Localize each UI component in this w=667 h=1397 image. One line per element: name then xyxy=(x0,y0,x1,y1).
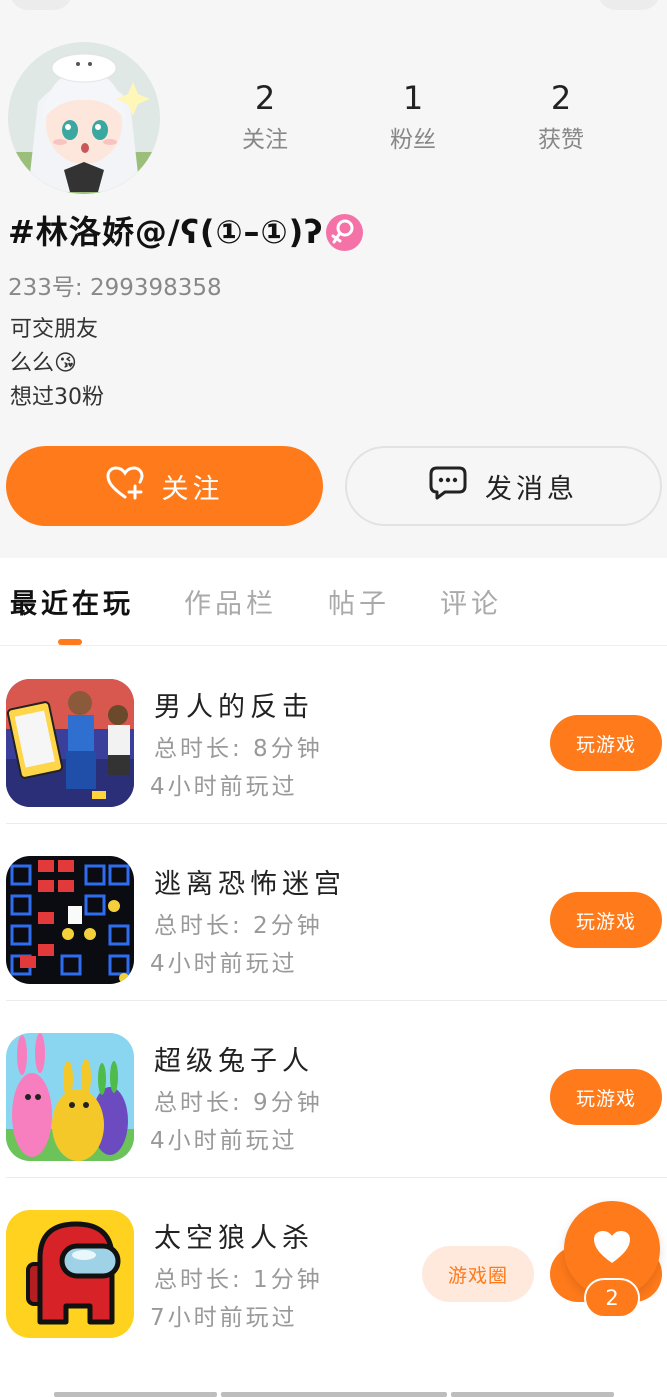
game-circle-button[interactable]: 游戏圈 xyxy=(422,1246,534,1302)
message-button[interactable]: 发消息 xyxy=(345,446,662,526)
heart-plus-icon xyxy=(105,465,144,507)
message-label: 发消息 xyxy=(485,473,578,505)
tab-comments[interactable]: 评论 xyxy=(440,582,502,621)
play-game-button[interactable]: 玩游戏 xyxy=(550,715,662,771)
play-game-button[interactable]: 玩游戏 xyxy=(550,892,662,948)
tab-recent-play[interactable]: 最近在玩 xyxy=(10,582,134,621)
fans-count: 1 xyxy=(402,79,424,117)
super-bunny-man-game-icon xyxy=(6,1033,134,1161)
following-label: 关注 xyxy=(242,127,288,153)
bottom-nav-segment xyxy=(54,1392,217,1397)
game-last-played: 4小时前玩过 xyxy=(150,951,298,977)
play-game-button[interactable]: 玩游戏 xyxy=(550,1069,662,1125)
bottom-nav-segment xyxy=(451,1392,614,1397)
game-name: 男人的反击 xyxy=(154,692,314,723)
bio: 可交朋友 么么😘 想过30粉 xyxy=(10,313,104,415)
game-duration: 总时长: 9分钟 xyxy=(154,1090,323,1116)
tab-works[interactable]: 作品栏 xyxy=(184,582,277,621)
game-last-played: 4小时前玩过 xyxy=(150,1128,298,1154)
game-name: 超级兔子人 xyxy=(154,1046,314,1077)
follow-button[interactable]: 关注 xyxy=(6,446,323,526)
stat-likes[interactable]: 2 获赞 xyxy=(501,78,621,154)
tab-bar: 最近在玩 作品栏 帖子 评论 xyxy=(0,558,667,646)
tab-indicator xyxy=(58,639,82,645)
horror-maze-game-icon xyxy=(6,856,134,984)
list-item[interactable]: 男人的反击 总时长: 8分钟 4小时前玩过 玩游戏 xyxy=(0,647,667,824)
nickname: #林洛娇@/ʕ(①–①)ʔ xyxy=(8,213,324,251)
game-name: 太空狼人杀 xyxy=(154,1223,314,1254)
bio-line: 可交朋友 xyxy=(10,317,99,342)
among-us-game-icon xyxy=(6,1210,134,1338)
avatar[interactable] xyxy=(8,42,160,194)
chat-bubble-icon xyxy=(429,466,467,507)
game-duration: 总时长: 8分钟 xyxy=(154,736,323,762)
follow-label: 关注 xyxy=(161,473,224,505)
back-button[interactable] xyxy=(10,0,72,10)
man-fightback-game-icon xyxy=(6,679,134,807)
tab-posts[interactable]: 帖子 xyxy=(328,582,390,621)
bio-line: 想过30粉 xyxy=(10,385,104,410)
fans-label: 粉丝 xyxy=(390,127,436,153)
female-gender-icon xyxy=(326,214,363,251)
heart-icon xyxy=(592,1229,632,1269)
bio-line: 么么😘 xyxy=(10,351,77,376)
profile-header: 2 关注 1 粉丝 2 获赞 #林洛娇@/ʕ(①–①)ʔ 233号: 29939… xyxy=(0,0,667,558)
game-name: 逃离恐怖迷宫 xyxy=(154,869,346,900)
more-button[interactable] xyxy=(598,0,660,10)
likes-label: 获赞 xyxy=(538,127,584,153)
game-last-played: 4小时前玩过 xyxy=(150,774,298,800)
game-duration: 总时长: 1分钟 xyxy=(154,1267,323,1293)
game-duration: 总时长: 2分钟 xyxy=(154,913,323,939)
list-item[interactable]: 超级兔子人 总时长: 9分钟 4小时前玩过 玩游戏 xyxy=(0,1001,667,1178)
game-last-played: 7小时前玩过 xyxy=(150,1305,298,1331)
list-item[interactable]: 逃离恐怖迷宫 总时长: 2分钟 4小时前玩过 玩游戏 xyxy=(0,824,667,1001)
bottom-nav-segment xyxy=(221,1392,447,1397)
like-count-badge: 2 xyxy=(584,1278,640,1318)
likes-count: 2 xyxy=(550,79,572,117)
stat-fans[interactable]: 1 粉丝 xyxy=(353,78,473,154)
following-count: 2 xyxy=(254,79,276,117)
stat-following[interactable]: 2 关注 xyxy=(205,78,325,154)
user-id: 233号: 299398358 xyxy=(8,275,222,301)
